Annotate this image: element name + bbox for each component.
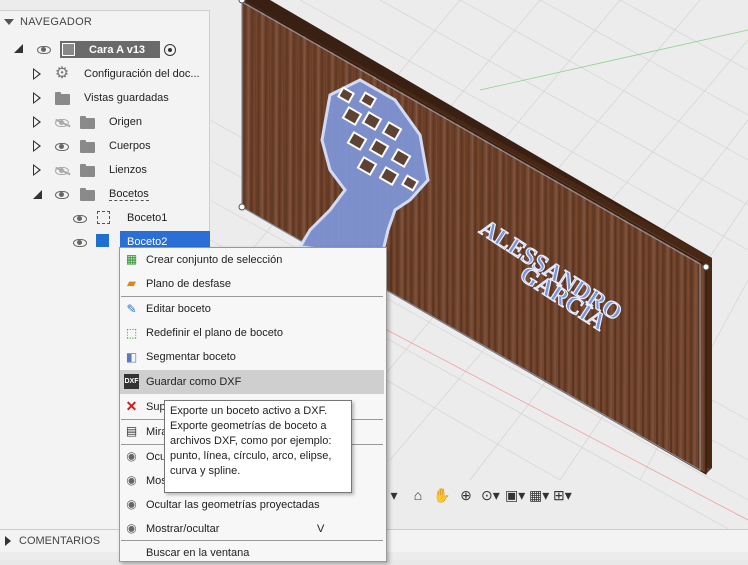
zoom-icon[interactable]: ⊕ <box>457 487 475 503</box>
tooltip-line: Exporte un boceto activo a DXF. <box>170 405 328 417</box>
eye-icon: ◉ <box>126 521 137 535</box>
navigator-header[interactable]: NAVEGADOR <box>0 11 209 33</box>
folder-icon <box>80 140 95 153</box>
viewport-toolbar: ▾ ⌂ ✋ ⊕ ⊙▾ ▣▾ ▦▾ ⊞▾ <box>385 484 595 506</box>
menu-item-label: Plano de desfase <box>146 278 232 290</box>
menu-item-find-in-window[interactable]: Buscar en la ventana <box>120 541 384 565</box>
comments-title: COMENTARIOS <box>19 535 101 547</box>
menu-item-hide-projected[interactable]: ◉ Ocultar las geometrías proyectadas <box>120 493 384 517</box>
eye-icon[interactable] <box>73 215 87 223</box>
activate-radio-icon[interactable] <box>164 44 176 56</box>
delete-icon: ✕ <box>125 398 138 414</box>
eye-icon[interactable] <box>55 191 69 199</box>
tree-item-label: Boceto1 <box>127 212 168 224</box>
menu-item-edit-sketch[interactable]: ✎ Editar boceto <box>120 298 384 322</box>
look-at-icon: ▤ <box>125 424 138 438</box>
expand-icon[interactable] <box>5 536 11 546</box>
folder-icon <box>80 188 95 201</box>
slice-sketch-icon: ◧ <box>125 350 138 364</box>
fit-window-icon[interactable]: ⊙▾ <box>481 487 500 503</box>
eye-icon: ◉ <box>126 473 137 487</box>
tooltip-line: curva y spline. <box>170 465 241 477</box>
expand-icon[interactable] <box>33 68 41 80</box>
menu-item-offset-plane[interactable]: ▰ Plano de desfase <box>120 272 384 296</box>
menu-item-show-hide[interactable]: ◉ Mostrar/ocultar V <box>120 517 384 541</box>
grid-settings-icon[interactable]: ▦▾ <box>529 487 549 503</box>
menu-item-label: Guardar como DXF <box>146 376 242 388</box>
pan-hand-icon[interactable]: ✋ <box>433 487 451 503</box>
collapse-icon[interactable] <box>4 19 14 25</box>
expand-icon[interactable] <box>33 116 41 128</box>
eye-icon: ◉ <box>126 497 137 511</box>
sketch-icon <box>96 234 109 247</box>
tree-item-label: Vistas guardadas <box>84 92 169 104</box>
eye-icon[interactable] <box>55 143 69 151</box>
folder-icon <box>80 116 95 129</box>
display-settings-icon[interactable]: ▣▾ <box>505 487 525 503</box>
chevron-down-icon[interactable]: ▾ <box>385 487 403 503</box>
sketch-icon <box>97 211 110 224</box>
viewports-icon[interactable]: ⊞▾ <box>553 487 572 503</box>
menu-item-label: Editar boceto <box>146 303 211 315</box>
menu-item-create-selection-set[interactable]: ▦ Crear conjunto de selección <box>120 248 384 272</box>
menu-item-label: Mostrar/ocultar <box>146 523 220 535</box>
menu-item-label: Ocultar las geometrías proyectadas <box>146 499 320 511</box>
tree-item-label: Cuerpos <box>109 140 151 152</box>
menu-item-slice-sketch[interactable]: ◧ Segmentar boceto <box>120 346 384 370</box>
eye-icon[interactable] <box>37 46 51 54</box>
expand-icon[interactable] <box>33 164 41 176</box>
expand-icon[interactable] <box>33 92 41 104</box>
eye-hidden-icon[interactable] <box>55 119 69 127</box>
menu-item-label: Segmentar boceto <box>146 351 236 363</box>
dxf-tooltip: Exporte un boceto activo a DXF. Exporte … <box>164 400 352 493</box>
tree-item-label: Bocetos <box>109 188 149 201</box>
y-axis-line <box>479 29 748 91</box>
expand-icon[interactable] <box>33 140 41 152</box>
tooltip-line: archivos DXF, como por ejemplo: <box>170 435 332 447</box>
eye-icon[interactable] <box>73 239 87 247</box>
folder-icon <box>80 164 95 177</box>
menu-item-redefine-plane[interactable]: ⬚ Redefinir el plano de boceto <box>120 322 384 346</box>
tree-item-label: Configuración del doc... <box>84 68 200 80</box>
collapse-icon[interactable] <box>33 190 42 199</box>
menu-item-label: Crear conjunto de selección <box>146 254 283 266</box>
offset-plane-icon: ▰ <box>126 276 137 290</box>
dxf-icon: DXF <box>124 374 139 389</box>
menu-item-label: Sup <box>146 401 166 413</box>
look-at-icon[interactable]: ⌂ <box>409 487 427 503</box>
component-icon <box>62 43 75 56</box>
navigator-title: NAVEGADOR <box>20 16 93 28</box>
tree-item-label: Origen <box>109 116 143 128</box>
tree-item-label: Lienzos <box>109 164 147 176</box>
collapse-root-icon[interactable] <box>14 44 23 53</box>
edit-sketch-icon: ✎ <box>126 302 137 316</box>
root-component[interactable]: Cara A v13 <box>60 41 160 58</box>
tooltip-line: Exporte geometrías de boceto a <box>170 420 327 432</box>
eye-hidden-icon[interactable] <box>55 167 69 175</box>
menu-item-label: Redefinir el plano de boceto <box>146 327 283 339</box>
eye-icon: ◉ <box>126 449 137 463</box>
component-name: Cara A v13 <box>89 43 146 56</box>
menu-separator <box>121 296 383 297</box>
menu-item-label: Buscar en la ventana <box>146 547 250 559</box>
menu-item-save-as-dxf[interactable]: DXF Guardar como DXF <box>120 370 384 394</box>
tooltip-line: punto, línea, círculo, arco, elipse, <box>170 450 332 462</box>
folder-icon <box>55 92 70 105</box>
menu-item-shortcut: V <box>317 523 325 535</box>
selection-set-icon: ▦ <box>125 252 138 266</box>
gear-icon: ⚙ <box>54 65 70 82</box>
redefine-plane-icon: ⬚ <box>125 326 138 340</box>
